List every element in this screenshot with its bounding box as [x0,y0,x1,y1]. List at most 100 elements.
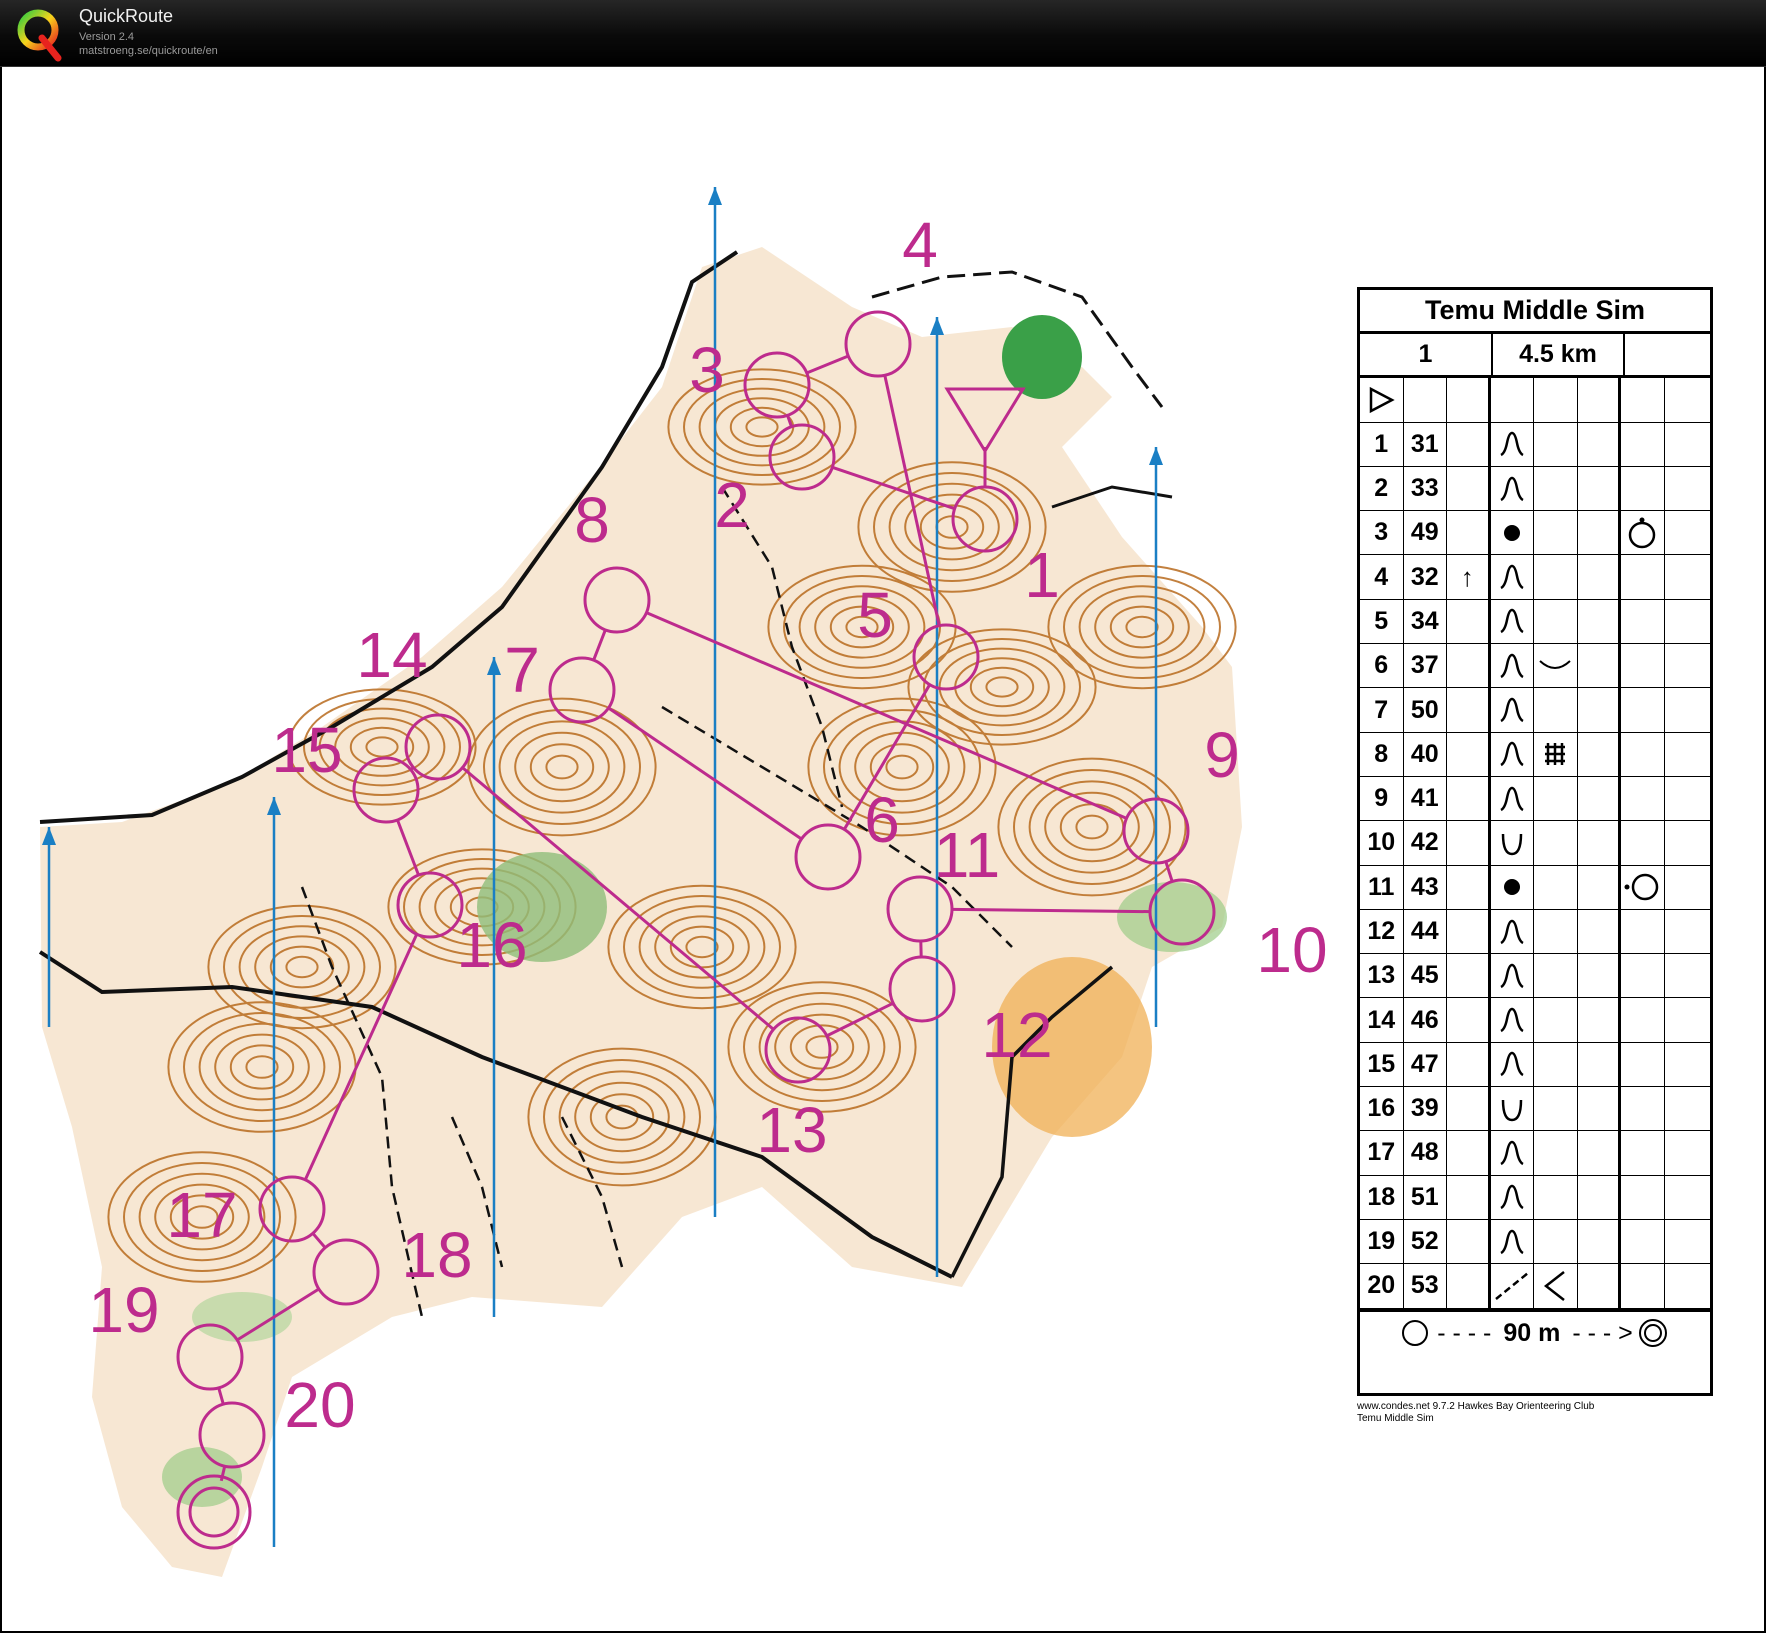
control-code: 32 [1404,555,1447,599]
depression-icon [1491,821,1534,865]
control-code: 53 [1404,1264,1447,1308]
control-row: 11 43 [1360,865,1710,910]
control-number: 7 [504,634,540,706]
quickroute-logo-icon [17,9,62,62]
control-number: 1 [1024,539,1060,611]
control-code: 50 [1404,688,1447,732]
control-number: 15 [271,714,342,786]
control-number: 13 [756,1094,827,1166]
control-code: 37 [1404,644,1447,688]
control-row: 20 53 [1360,1264,1710,1309]
control-code: 46 [1404,998,1447,1042]
knoll-icon [1491,599,1534,644]
knoll-icon [1491,1175,1534,1219]
north-arrow-icon [930,317,944,335]
control-seq: 14 [1360,998,1404,1042]
boulder-dot-icon [1491,511,1534,555]
map-canvas[interactable]: 1 2 3 4 5 6 7 8 9 10 11 12 13 14 15 16 17 18 19 20 Temu Mid… [2,67,1764,1631]
control-row: 17 48 [1360,1131,1710,1176]
control-code: 42 [1404,821,1447,865]
knoll-icon [1491,998,1534,1042]
footnote-line: www.condes.net 9.7.2 Hawkes Bay Orientee… [1357,1401,1595,1412]
title-bar: QuickRoute Version 2.4 matstroeng.se/qui… [0,0,1766,67]
knoll-icon [1491,555,1534,599]
control-seq: 8 [1360,732,1404,776]
knoll-icon [1491,466,1534,511]
control-seq: 4 [1360,555,1404,599]
finish-dashes: - - - - [1437,1318,1492,1347]
green-vegetation [1002,315,1082,399]
triangle-icon [1360,378,1404,422]
control-seq: 9 [1360,776,1404,821]
circle-icon [1402,1320,1429,1347]
app-url[interactable]: matstroeng.se/quickroute/en [79,45,218,57]
control-code: 52 [1404,1219,1447,1264]
course-climb [1624,334,1710,376]
knoll-icon [1491,1042,1534,1087]
control-seq: 3 [1360,511,1404,555]
green-vegetation [192,1292,292,1342]
control-row: 14 46 [1360,998,1710,1043]
control-seq: 11 [1360,865,1404,909]
control-row: 2 33 [1360,466,1710,512]
control-row: 16 39 [1360,1087,1710,1132]
knoll-icon [1491,776,1534,821]
control-row: 7 50 [1360,688,1710,733]
knoll-icon [1491,644,1534,688]
control-row: 15 47 [1360,1042,1710,1088]
control-code: 44 [1404,909,1447,954]
shallow-curve-icon [1534,644,1578,688]
control-row: 1 31 [1360,422,1710,467]
control-code: 34 [1404,599,1447,644]
control-number: 12 [981,999,1052,1071]
control-number: 9 [1204,719,1240,791]
control-seq: 5 [1360,599,1404,644]
finish-row: - - - - 90 m - - - > [1360,1308,1710,1355]
control-seq: 20 [1360,1264,1404,1308]
north-arrow-icon [708,187,722,205]
event-name: Temu Middle Sim [1360,290,1710,334]
control-row: 9 41 [1360,776,1710,822]
app-version: Version 2.4 [79,31,135,43]
top-side-icon [1621,511,1665,555]
start-row [1360,378,1710,423]
control-number: 3 [689,334,725,406]
knoll-icon [1491,1219,1534,1264]
app-name: QuickRoute [79,6,174,26]
thicket-grid-icon [1534,732,1578,776]
knoll-icon [1491,688,1534,732]
control-number: 18 [401,1219,472,1291]
control-number: 8 [574,484,610,556]
left-side-icon [1621,865,1665,909]
control-seq: 19 [1360,1219,1404,1264]
control-row: 12 44 [1360,909,1710,955]
control-code: 39 [1404,1087,1447,1131]
course-length: 4.5 km [1492,334,1624,376]
north-arrow-icon [1149,447,1163,465]
control-code: 48 [1404,1131,1447,1175]
control-row: 3 49 [1360,511,1710,556]
control-code: 41 [1404,776,1447,821]
quickroute-window: QuickRoute Version 2.4 matstroeng.se/qui… [0,0,1766,1633]
control-number: 20 [284,1369,355,1441]
control-number: 5 [857,579,893,651]
control-seq: 16 [1360,1087,1404,1131]
control-code: 31 [1404,422,1447,466]
control-seq: 6 [1360,644,1404,688]
knoll-icon [1491,732,1534,776]
control-seq: 2 [1360,466,1404,511]
control-row: 4 32 ↑ [1360,555,1710,600]
control-number: 2 [714,469,750,541]
sheet-footnote: www.condes.net 9.7.2 Hawkes Bay Orientee… [1357,1401,1594,1425]
control-number: 4 [902,209,938,281]
boulder-dot-icon [1491,865,1534,909]
knoll-icon [1491,1131,1534,1175]
control-row: 18 51 [1360,1175,1710,1220]
control-number: 19 [88,1274,159,1346]
finish-circle-icon [1638,1319,1667,1348]
control-code: 43 [1404,865,1447,909]
control-row: 10 42 [1360,821,1710,866]
control-code: 47 [1404,1042,1447,1087]
path-dashed-icon [1491,1264,1534,1308]
control-seq: 15 [1360,1042,1404,1087]
